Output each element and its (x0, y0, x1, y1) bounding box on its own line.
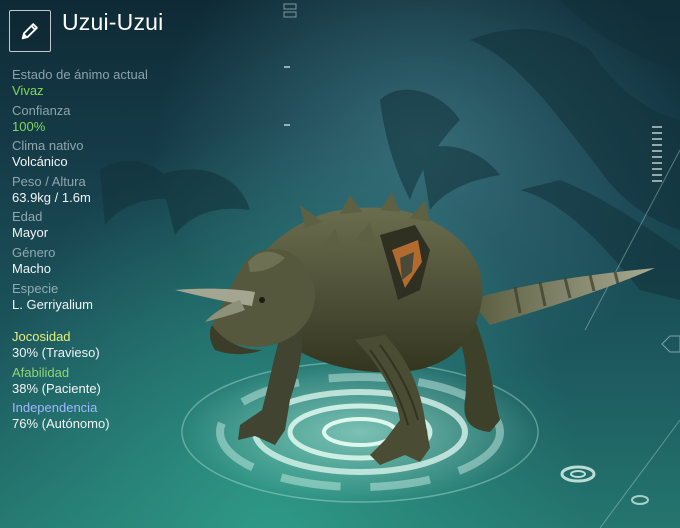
gender-label: Género (12, 245, 56, 260)
edit-name-button[interactable] (9, 10, 51, 52)
independence-label: Independencia (12, 400, 98, 415)
mood-label: Estado de ánimo actual (12, 67, 148, 82)
age-value: Mayor (12, 225, 49, 240)
trust-value: 100% (12, 119, 46, 134)
trust-label: Confianza (12, 103, 71, 118)
independence-value: 76% (Autónomo) (12, 416, 110, 431)
climate-value: Volcánico (12, 154, 68, 169)
climate-label: Clima nativo (12, 138, 84, 153)
species-label: Especie (12, 281, 59, 296)
creature-model (175, 192, 655, 465)
friendliness-label: Afabilidad (12, 365, 70, 380)
pencil-icon (21, 23, 38, 40)
size-label: Peso / Altura (12, 174, 86, 189)
friendliness-value: 38% (Paciente) (12, 381, 101, 396)
gender-value: Macho (12, 261, 52, 276)
hud-hexagon (661, 335, 680, 353)
size-value: 63.9kg / 1.6m (12, 190, 91, 205)
playfulness-value: 30% (Travieso) (12, 345, 100, 360)
creature-info-panel: Uzui-Uzui Estado de ánimo actual Vivaz C… (0, 0, 180, 528)
playfulness-label: Jocosidad (12, 329, 71, 344)
species-value: L. Gerriyalium (12, 297, 93, 312)
mood-value: Vivaz (12, 83, 44, 98)
creature-name: Uzui-Uzui (62, 9, 164, 35)
age-label: Edad (12, 209, 43, 224)
